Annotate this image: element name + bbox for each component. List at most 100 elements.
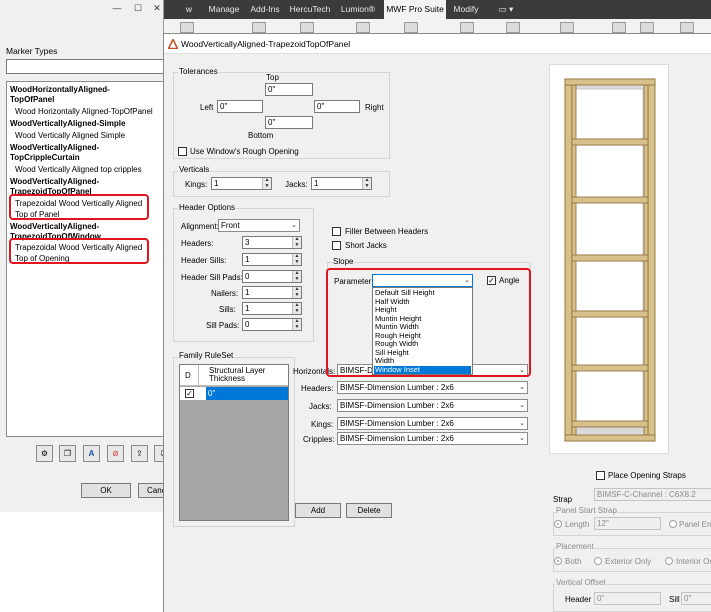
- ribbon-tab-manage[interactable]: Manage: [204, 0, 244, 19]
- jacks-family-value: BIMSF-Dimension Lumber : 2x6: [340, 401, 454, 410]
- rough-opening-checkbox[interactable]: [178, 147, 187, 156]
- settings-icon[interactable]: ⚙: [36, 445, 53, 462]
- sill-offset-label: Sill: [669, 595, 680, 604]
- list-item[interactable]: Wood Vertically Aligned top cripples: [15, 165, 142, 175]
- ribbon-tool-icon[interactable]: [252, 22, 266, 33]
- close-icon[interactable]: ✕: [150, 2, 164, 14]
- sills-stepper[interactable]: 1 ▲ ▼: [242, 302, 302, 315]
- ribbon-tool-icon[interactable]: [180, 22, 194, 33]
- list-item[interactable]: WoodVerticallyAligned-: [10, 222, 99, 232]
- spin-arrows-icon[interactable]: ▲ ▼: [362, 177, 371, 189]
- jacks-family-label: Jacks:: [309, 402, 332, 411]
- delete-button[interactable]: Delete: [346, 503, 392, 518]
- marker-types-window: — ☐ ✕ Marker Types WoodHorizontallyAlign…: [0, 0, 171, 512]
- list-item[interactable]: Wood Horizontally Aligned-TopOfPanel: [15, 107, 153, 117]
- place-opening-straps-checkbox[interactable]: [596, 471, 605, 480]
- header-member: [571, 420, 649, 428]
- minimize-icon[interactable]: —: [110, 2, 124, 14]
- short-jacks-checkbox[interactable]: [332, 241, 341, 250]
- spin-arrows-icon[interactable]: ▲ ▼: [262, 177, 271, 189]
- row-checkbox[interactable]: ✓: [185, 389, 194, 398]
- header-sill-pads-stepper[interactable]: 0 ▲ ▼: [242, 270, 302, 283]
- tolerance-right-input[interactable]: 0": [314, 100, 360, 113]
- ribbon-tab-modify[interactable]: Modify: [450, 0, 482, 19]
- list-item[interactable]: WoodVerticallyAligned-: [10, 143, 99, 153]
- spin-arrows-icon[interactable]: ▲ ▼: [292, 286, 301, 298]
- headers-family-select[interactable]: BIMSF-Dimension Lumber : 2x6 ⌄: [337, 381, 528, 394]
- tolerance-bottom-label: Bottom: [248, 131, 274, 140]
- kings-family-value: BIMSF-Dimension Lumber : 2x6: [340, 419, 454, 428]
- ribbon-tab-lumion[interactable]: Lumion®: [336, 0, 380, 19]
- tolerance-top-input[interactable]: 0": [265, 83, 313, 96]
- add-button[interactable]: Add: [295, 503, 341, 518]
- list-item[interactable]: WoodVerticallyAligned-Simple: [10, 119, 125, 129]
- grid-divider: [198, 365, 199, 386]
- ribbon-tool-icon[interactable]: [460, 22, 474, 33]
- headers-stepper[interactable]: 3 ▲ ▼: [242, 236, 302, 249]
- marker-types-search-input[interactable]: [6, 59, 164, 74]
- both-radio[interactable]: [554, 557, 562, 565]
- ribbon-tool-icon[interactable]: [356, 22, 370, 33]
- list-item[interactable]: Wood Vertically Aligned Simple: [15, 131, 125, 141]
- ribbon-tool-icon[interactable]: [300, 22, 314, 33]
- kings-stepper[interactable]: 1 ▲ ▼: [211, 177, 272, 190]
- export-icon[interactable]: ⇪: [131, 445, 148, 462]
- tolerance-left-input[interactable]: 0": [217, 100, 263, 113]
- list-item[interactable]: WoodHorizontallyAligned-: [10, 85, 110, 95]
- spin-arrows-icon[interactable]: ▲ ▼: [292, 302, 301, 314]
- font-icon[interactable]: A: [83, 445, 100, 462]
- copy-icon[interactable]: ❐: [59, 445, 76, 462]
- ribbon-tool-icon[interactable]: [640, 22, 654, 33]
- kings-family-select[interactable]: BIMSF-Dimension Lumber : 2x6 ⌄: [337, 417, 528, 430]
- jacks-stepper[interactable]: 1 ▲ ▼: [311, 177, 372, 190]
- family-settings-dialog: WoodVerticallyAligned-TrapezoidTopOfPane…: [163, 33, 711, 612]
- ribbon-tool-icon[interactable]: [560, 22, 574, 33]
- opening-space: [574, 260, 644, 312]
- maximize-icon[interactable]: ☐: [131, 2, 145, 14]
- ribbon-tool-icon[interactable]: [612, 22, 626, 33]
- header-sills-stepper[interactable]: 1 ▲ ▼: [242, 253, 302, 266]
- list-item[interactable]: WoodVerticallyAligned-: [10, 177, 99, 187]
- interior-only-radio[interactable]: [665, 557, 673, 565]
- sill-offset-input[interactable]: 0": [681, 592, 711, 605]
- delete-icon[interactable]: ⊘: [107, 445, 124, 462]
- filler-between-headers-checkbox[interactable]: [332, 227, 341, 236]
- top-plate: [564, 78, 656, 86]
- family-ruleset-grid[interactable]: D Structural Layer Thickness ✓ 0": [179, 364, 289, 521]
- table-row[interactable]: ✓ 0": [180, 387, 288, 400]
- jacks-family-select[interactable]: BIMSF-Dimension Lumber : 2x6 ⌄: [337, 399, 528, 412]
- cripples-family-select[interactable]: BIMSF-Dimension Lumber : 2x6 ⌄: [337, 432, 528, 445]
- row-thickness-cell[interactable]: 0": [206, 387, 288, 400]
- spin-arrows-icon[interactable]: ▲ ▼: [292, 318, 301, 330]
- exterior-only-radio[interactable]: [594, 557, 602, 565]
- panel-end-radio[interactable]: [669, 520, 677, 528]
- nailers-stepper[interactable]: 1 ▲ ▼: [242, 286, 302, 299]
- ribbon-tab-hercutech[interactable]: HercuTech: [288, 0, 332, 19]
- ribbon-tool-icon[interactable]: [680, 22, 694, 33]
- ribbon-tab-add-ins[interactable]: Add-Ins: [247, 0, 283, 19]
- ribbon-extra-dropdown[interactable]: ▭ ▾: [494, 0, 518, 19]
- tolerance-bottom-input[interactable]: 0": [265, 116, 313, 129]
- grid-header: D Structural Layer Thickness: [180, 365, 288, 386]
- spin-arrows-icon[interactable]: ▲ ▼: [292, 236, 301, 248]
- length-radio[interactable]: [554, 520, 562, 528]
- spin-arrows-icon[interactable]: ▲ ▼: [292, 253, 301, 265]
- ribbon-tab-mwf-pro-suite[interactable]: MWF Pro Suite: [384, 0, 446, 19]
- strap-family-select[interactable]: BIMSF-C-Channel : C6X8.2: [594, 488, 711, 501]
- kings-value: 1: [214, 179, 219, 188]
- header-offset-input[interactable]: 0": [594, 592, 661, 605]
- list-item[interactable]: TopCrippleCurtain: [10, 153, 80, 163]
- ok-button[interactable]: OK: [81, 483, 131, 498]
- ribbon-tool-icon[interactable]: [506, 22, 520, 33]
- ribbon-tool-icon[interactable]: [404, 22, 418, 33]
- exterior-only-label: Exterior Only: [605, 557, 652, 566]
- list-item[interactable]: TopOfPanel: [10, 95, 54, 105]
- header-member: [571, 138, 649, 146]
- length-input[interactable]: 12": [594, 517, 661, 530]
- sills-value: 1: [245, 304, 250, 313]
- alignment-select[interactable]: Front ⌄: [218, 219, 300, 232]
- spin-arrows-icon[interactable]: ▲ ▼: [292, 270, 301, 282]
- ribbon-tab-view[interactable]: w: [178, 0, 200, 19]
- nailers-value: 1: [245, 288, 250, 297]
- sill-pads-stepper[interactable]: 0 ▲ ▼: [242, 318, 302, 331]
